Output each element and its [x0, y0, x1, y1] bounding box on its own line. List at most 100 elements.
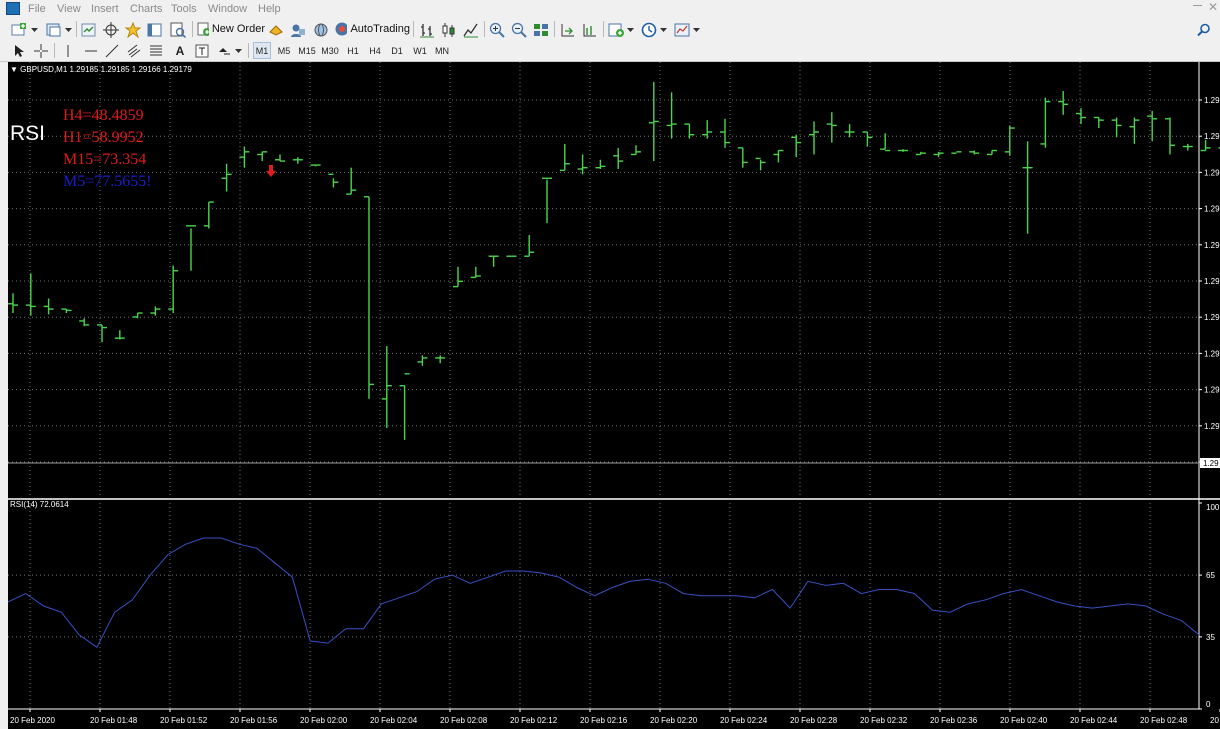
time-axis-label: 20 Feb	[1210, 716, 1220, 725]
sell-arrow-icon	[266, 165, 276, 177]
rsi-axis-label: 0	[1206, 700, 1211, 709]
horizontal-line-icon[interactable]	[83, 42, 99, 60]
time-axis-label: 20 Feb 02:48	[1140, 716, 1188, 725]
toolbar-divider	[413, 21, 414, 37]
time-axis-label: 20 Feb 02:40	[1000, 716, 1048, 725]
signals-icon[interactable]	[289, 21, 307, 39]
time-axis-label: 20 Feb 02:44	[1070, 716, 1118, 725]
menu-tools[interactable]: Tools	[171, 3, 197, 15]
indicators-icon[interactable]	[607, 21, 625, 39]
vertical-line-icon[interactable]	[60, 42, 76, 60]
market-signals-icon[interactable]	[267, 21, 285, 39]
time-axis-label: 20 Feb 02:08	[440, 716, 488, 725]
autotrading-icon	[335, 22, 348, 36]
periods-clock-icon[interactable]	[640, 21, 658, 39]
time-axis-label: 20 Feb 02:24	[720, 716, 768, 725]
menu-help[interactable]: Help	[258, 3, 281, 15]
trendline-icon[interactable]	[104, 42, 120, 60]
time-axis-label: 20 Feb 01:48	[90, 716, 138, 725]
timeframe-m30[interactable]: M30	[319, 42, 341, 59]
text-icon[interactable]: A	[172, 42, 188, 60]
toolbar-divider	[484, 21, 485, 37]
time-axis-label: 20 Feb 02:16	[580, 716, 628, 725]
rsi-m15-value: M15=73.354	[63, 151, 147, 168]
time-axis-label: 20 Feb 2020	[10, 716, 55, 725]
new-order-button[interactable]: New Order	[197, 20, 265, 38]
line-chart-icon[interactable]	[462, 21, 480, 39]
chart-header: ▼ GBPUSD,M1 1.29185 1.29185 1.29166 1.29…	[10, 65, 192, 74]
timeframe-m15[interactable]: M15	[296, 42, 318, 59]
toolbar-divider	[54, 43, 55, 58]
zoom-out-icon[interactable]	[510, 21, 528, 39]
chart-collapse-icon[interactable]: ▼	[10, 65, 18, 74]
arrows-dropdown-icon[interactable]	[234, 42, 242, 60]
time-axis-label: 20 Feb 01:56	[230, 716, 278, 725]
price-axis-label: 1.29	[1204, 96, 1220, 105]
data-window-icon[interactable]	[102, 21, 120, 39]
search-icon[interactable]	[1195, 21, 1213, 39]
indicators-dropdown-icon[interactable]	[626, 21, 634, 39]
new-chart-icon[interactable]	[10, 21, 28, 39]
close-icon[interactable]: ✕	[1208, 0, 1218, 14]
timeframe-w1[interactable]: W1	[411, 42, 429, 59]
navigator-icon[interactable]	[124, 21, 142, 39]
rsi-panel-label: RSI(14) 72.0614	[10, 500, 69, 509]
price-axis-label: 1.29	[1204, 168, 1220, 177]
profiles-dropdown-icon[interactable]	[64, 21, 72, 39]
autotrading-button[interactable]: AutoTrading	[334, 20, 410, 38]
channel-icon[interactable]	[126, 42, 142, 60]
bid-price-label: 1.29	[1203, 459, 1219, 468]
crosshair-icon[interactable]	[33, 42, 49, 60]
fibonacci-icon[interactable]	[148, 42, 164, 60]
menu-file[interactable]: File	[28, 3, 46, 15]
time-axis-label: 20 Feb 01:52	[160, 716, 208, 725]
strategy-tester-icon[interactable]	[169, 21, 187, 39]
market-globe-icon[interactable]	[312, 21, 330, 39]
timeframe-h1[interactable]: H1	[344, 42, 362, 59]
timeframe-m5[interactable]: M5	[275, 42, 293, 59]
arrows-icon[interactable]	[216, 42, 232, 60]
candlestick-icon[interactable]	[440, 21, 458, 39]
rsi-line	[8, 537, 1200, 648]
auto-scroll-icon[interactable]	[580, 21, 598, 39]
toolbar-divider	[603, 21, 604, 37]
price-axis-label: 1.29	[1204, 132, 1220, 141]
toolbar-divider	[192, 21, 193, 37]
menu-view[interactable]: View	[57, 3, 81, 15]
market-watch-icon[interactable]	[80, 21, 98, 39]
timeframe-m1[interactable]: M1	[253, 42, 271, 59]
chart-header-label: GBPUSD,M1 1.29185 1.29185 1.29166 1.2917…	[20, 65, 192, 74]
line-studies-toolbar: A M1 M5 M15 M30 H1 H4 D1 W1 MN	[0, 40, 1220, 62]
rsi-overlay-label: RSI	[10, 122, 46, 145]
menu-window[interactable]: Window	[208, 3, 247, 15]
rsi-axis-label: 65	[1206, 571, 1215, 580]
text-label-icon[interactable]	[194, 42, 210, 60]
standard-toolbar: New Order AutoTrading	[0, 18, 1220, 40]
cursor-icon[interactable]	[11, 42, 27, 60]
rsi-h4-value: H4=48.4859	[63, 107, 144, 124]
time-axis-label: 20 Feb 02:12	[510, 716, 558, 725]
profiles-icon[interactable]	[45, 21, 63, 39]
templates-dropdown-icon[interactable]	[692, 21, 700, 39]
menu-bar: File View Insert Charts Tools Window Hel…	[0, 0, 1220, 18]
chart-window[interactable]: 20 Feb 2020 20 Feb 01:48 20 Feb 01:52 20 Fe…	[8, 62, 1220, 729]
chart-shift-icon[interactable]	[558, 21, 576, 39]
new-chart-dropdown-icon[interactable]	[30, 21, 38, 39]
timeframe-mn[interactable]: MN	[432, 42, 452, 59]
price-axis-label: 1.29	[1204, 386, 1220, 395]
tile-windows-icon[interactable]	[532, 21, 550, 39]
new-order-label: New Order	[211, 23, 265, 35]
toolbar-divider	[76, 21, 77, 37]
chart-canvas[interactable]: 20 Feb 2020 20 Feb 01:48 20 Feb 01:52 20 Fe…	[8, 62, 1220, 729]
terminal-icon[interactable]	[146, 21, 164, 39]
minimize-icon[interactable]	[1193, 5, 1202, 6]
periods-dropdown-icon[interactable]	[659, 21, 667, 39]
bar-chart-icon[interactable]	[418, 21, 436, 39]
menu-charts[interactable]: Charts	[130, 3, 162, 15]
templates-icon[interactable]	[673, 21, 691, 39]
menu-insert[interactable]: Insert	[91, 3, 119, 15]
zoom-in-icon[interactable]	[488, 21, 506, 39]
timeframe-h4[interactable]: H4	[366, 42, 384, 59]
timeframe-d1[interactable]: D1	[388, 42, 406, 59]
price-axis-label: 1.29	[1204, 205, 1220, 214]
